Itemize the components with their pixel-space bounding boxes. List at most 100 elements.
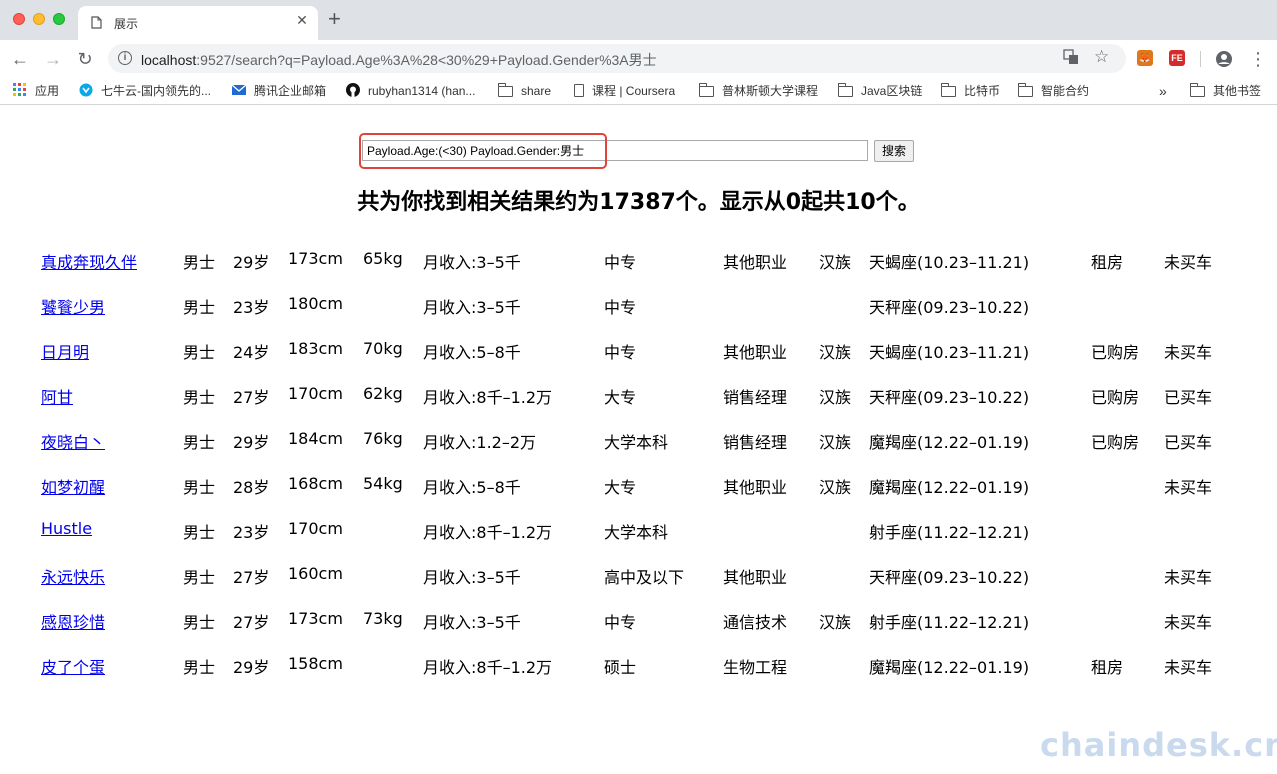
bookmark-star-icon[interactable]: ☆ xyxy=(1094,47,1109,67)
window-close-button[interactable] xyxy=(13,13,25,25)
apps-grid-icon xyxy=(13,83,26,96)
result-job: 销售经理 xyxy=(723,388,788,407)
result-ethnicity: 汉族 xyxy=(819,478,852,497)
result-job: 其他职业 xyxy=(723,568,788,587)
result-height: 158cm xyxy=(288,654,343,673)
result-height: 173cm xyxy=(288,609,343,628)
site-info-icon[interactable]: i xyxy=(118,51,132,65)
result-income: 月收入:8千–1.2万 xyxy=(423,658,553,677)
bookmark-qiniu[interactable]: 七牛云-国内领先的... xyxy=(79,82,211,100)
result-income: 月收入:3–5千 xyxy=(423,253,521,272)
bookmark-other[interactable]: 其他书签 xyxy=(1190,82,1261,100)
search-button[interactable]: 搜索 xyxy=(874,140,914,162)
result-car: 未买车 xyxy=(1164,478,1213,497)
result-gender: 男士 xyxy=(183,388,216,407)
window-minimize-button[interactable] xyxy=(33,13,45,25)
result-job: 通信技术 xyxy=(723,613,788,632)
result-house: 已购房 xyxy=(1091,433,1140,452)
result-education: 大专 xyxy=(604,478,637,497)
reload-icon[interactable]: ↻ xyxy=(74,48,96,70)
result-height: 184cm xyxy=(288,429,343,448)
result-zodiac: 魔羯座(12.22–01.19) xyxy=(869,658,1030,677)
result-gender: 男士 xyxy=(183,433,216,452)
translate-icon[interactable] xyxy=(1063,49,1079,69)
result-name-link[interactable]: 皮了个蛋 xyxy=(41,654,105,678)
mail-icon xyxy=(232,84,246,95)
result-education: 中专 xyxy=(604,298,637,317)
result-height: 160cm xyxy=(288,564,343,583)
window-maximize-button[interactable] xyxy=(53,13,65,25)
result-summary: 共为你找到相关结果约为17387个。显示从0起共10个。 xyxy=(357,190,920,215)
result-name-link[interactable]: 阿甘 xyxy=(41,384,73,408)
folder-icon xyxy=(1190,83,1205,97)
result-age: 27岁 xyxy=(233,568,270,587)
result-row: 如梦初醒 男士 28岁 168cm 54kg 月收入:5–8千 大专 其他职业 汉族 魔羯座(12… xyxy=(0,467,1277,512)
result-name-link[interactable]: 夜晓白丶 xyxy=(41,429,105,453)
bookmarks-bar: 应用 七牛云-国内领先的... 腾讯企业邮箱 rubyhan1314 (han.… xyxy=(0,77,1277,105)
result-education: 大学本科 xyxy=(604,433,669,452)
result-gender: 男士 xyxy=(183,343,216,362)
result-car: 未买车 xyxy=(1164,253,1213,272)
result-weight: 73kg xyxy=(363,609,403,628)
folder-icon xyxy=(699,83,714,97)
result-house: 已购房 xyxy=(1091,388,1140,407)
bookmark-coursera[interactable]: 课程 | Coursera xyxy=(574,82,675,100)
result-education: 中专 xyxy=(604,613,637,632)
back-arrow-icon[interactable]: ← xyxy=(9,48,31,70)
result-row: Hustle 男士 23岁 170cm 月收入:8千–1.2万 大学本科 射手座(11.22… xyxy=(0,512,1277,557)
result-ethnicity: 汉族 xyxy=(819,433,852,452)
qiniu-icon xyxy=(79,83,93,97)
bookmark-java-blockchain[interactable]: Java区块链 xyxy=(838,82,922,100)
bookmark-tencent-mail[interactable]: 腾讯企业邮箱 xyxy=(232,82,326,100)
result-name-link[interactable]: 永远快乐 xyxy=(41,564,105,588)
active-tab[interactable]: 展示 ✕ xyxy=(78,6,318,40)
bookmark-bitcoin[interactable]: 比特币 xyxy=(941,82,1000,100)
result-name-link[interactable]: Hustle xyxy=(41,519,92,538)
fe-extension-icon[interactable]: FE xyxy=(1169,50,1185,66)
result-weight: 62kg xyxy=(363,384,403,403)
result-income: 月收入:3–5千 xyxy=(423,298,521,317)
result-name-link[interactable]: 日月明 xyxy=(41,339,89,363)
result-job: 其他职业 xyxy=(723,478,788,497)
forward-arrow-icon[interactable]: → xyxy=(42,48,64,70)
bookmark-github[interactable]: rubyhan1314 (han... xyxy=(346,82,475,100)
bookmark-share[interactable]: share xyxy=(498,82,551,100)
result-gender: 男士 xyxy=(183,613,216,632)
more-bookmarks-chevron-icon[interactable]: » xyxy=(1159,82,1167,100)
bookmark-princeton[interactable]: 普林斯顿大学课程 xyxy=(699,82,818,100)
result-weight: 76kg xyxy=(363,429,403,448)
result-zodiac: 射手座(11.22–12.21) xyxy=(869,523,1030,542)
bookmark-apps[interactable]: 应用 xyxy=(13,82,59,100)
menu-kebab-icon[interactable]: ⋮ xyxy=(1247,48,1269,70)
result-income: 月收入:8千–1.2万 xyxy=(423,388,553,407)
result-gender: 男士 xyxy=(183,568,216,587)
url-text[interactable]: localhost:9527/search?q=Payload.Age%3A%2… xyxy=(141,50,657,70)
result-name-link[interactable]: 感恩珍惜 xyxy=(41,609,105,633)
result-name-link[interactable]: 如梦初醒 xyxy=(41,474,105,498)
result-house: 租房 xyxy=(1091,658,1124,677)
result-income: 月收入:3–5千 xyxy=(423,613,521,632)
result-car: 已买车 xyxy=(1164,433,1213,452)
result-education: 硕士 xyxy=(604,658,637,677)
result-height: 173cm xyxy=(288,249,343,268)
page-content: 搜索 共为你找到相关结果约为17387个。显示从0起共10个。 真成奔现久伴男士… xyxy=(0,106,1277,774)
result-car: 未买车 xyxy=(1164,568,1213,587)
tab-close-icon[interactable]: ✕ xyxy=(294,12,310,29)
address-bar[interactable]: i localhost:9527/search?q=Payload.Age%3A… xyxy=(108,44,1126,73)
metamask-extension-icon[interactable]: 🦊 xyxy=(1137,50,1153,66)
result-name-link[interactable]: 真成奔现久伴 xyxy=(41,249,137,273)
result-gender: 男士 xyxy=(183,253,216,272)
bookmark-smart-contract[interactable]: 智能合约 xyxy=(1018,82,1089,100)
folder-icon xyxy=(941,83,956,97)
result-ethnicity: 汉族 xyxy=(819,343,852,362)
folder-icon xyxy=(498,83,513,97)
result-income: 月收入:3–5千 xyxy=(423,568,521,587)
result-house: 租房 xyxy=(1091,253,1124,272)
result-row: 皮了个蛋 男士 29岁 158cm 月收入:8千–1.2万 硕士 生物工程 魔羯座(12.22… xyxy=(0,647,1277,692)
new-tab-button[interactable]: + xyxy=(328,8,341,30)
result-name-link[interactable]: 饕餮少男 xyxy=(41,294,105,318)
result-gender: 男士 xyxy=(183,478,216,497)
result-row: 感恩珍惜 男士 27岁 173cm 73kg 月收入:3–5千 中专 通信技术 汉族 射手座(11… xyxy=(0,602,1277,647)
result-weight: 65kg xyxy=(363,249,403,268)
profile-avatar-icon[interactable] xyxy=(1213,48,1235,70)
